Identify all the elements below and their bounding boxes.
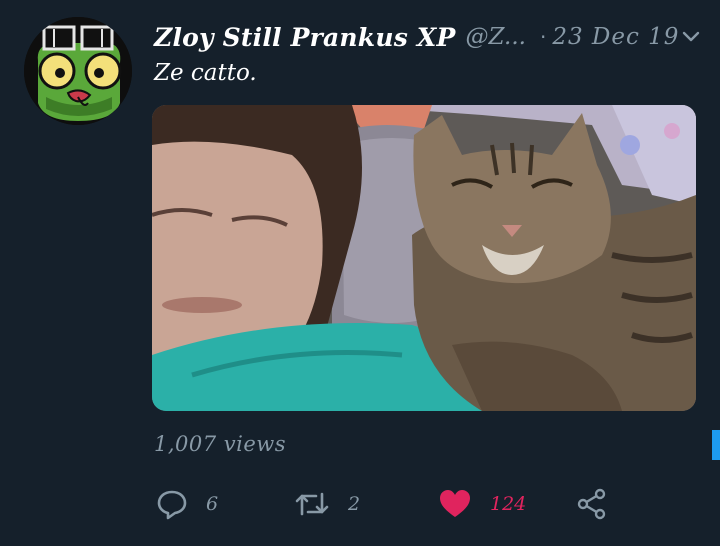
display-name[interactable]: Zloy Still Prankus XP xyxy=(154,23,455,52)
retweet-count: 2 xyxy=(348,493,361,515)
chevron-down-icon[interactable] xyxy=(679,24,702,50)
retweet-icon xyxy=(295,492,329,516)
tweet-header: Zloy Still Prankus XP @Z... · 23 Dec 19 xyxy=(154,20,702,54)
like-count: 124 xyxy=(490,493,527,515)
separator-dot: · xyxy=(539,25,547,49)
tweet-date[interactable]: 23 Dec 19 xyxy=(552,24,679,50)
share-icon xyxy=(577,488,606,520)
retweet-button[interactable]: 2 xyxy=(294,484,360,524)
avatar-image xyxy=(24,17,132,125)
reply-icon xyxy=(157,490,187,520)
scroll-indicator[interactable] xyxy=(712,430,720,460)
photo-person-with-cat xyxy=(152,105,696,411)
heart-icon xyxy=(440,490,470,517)
tweet-photo[interactable] xyxy=(152,105,696,411)
tweet-card: Zloy Still Prankus XP @Z... · 23 Dec 19 … xyxy=(0,0,720,546)
tweet-text: Ze catto. xyxy=(154,60,257,86)
action-bar: 6 2 124 xyxy=(156,484,636,524)
view-count: 1,007 views xyxy=(154,432,287,456)
avatar[interactable] xyxy=(24,17,132,125)
reply-count: 6 xyxy=(206,493,219,515)
reply-button[interactable]: 6 xyxy=(156,484,218,524)
like-button[interactable]: 124 xyxy=(438,484,526,524)
share-button[interactable] xyxy=(576,484,608,524)
user-handle[interactable]: @Z... xyxy=(465,24,526,50)
